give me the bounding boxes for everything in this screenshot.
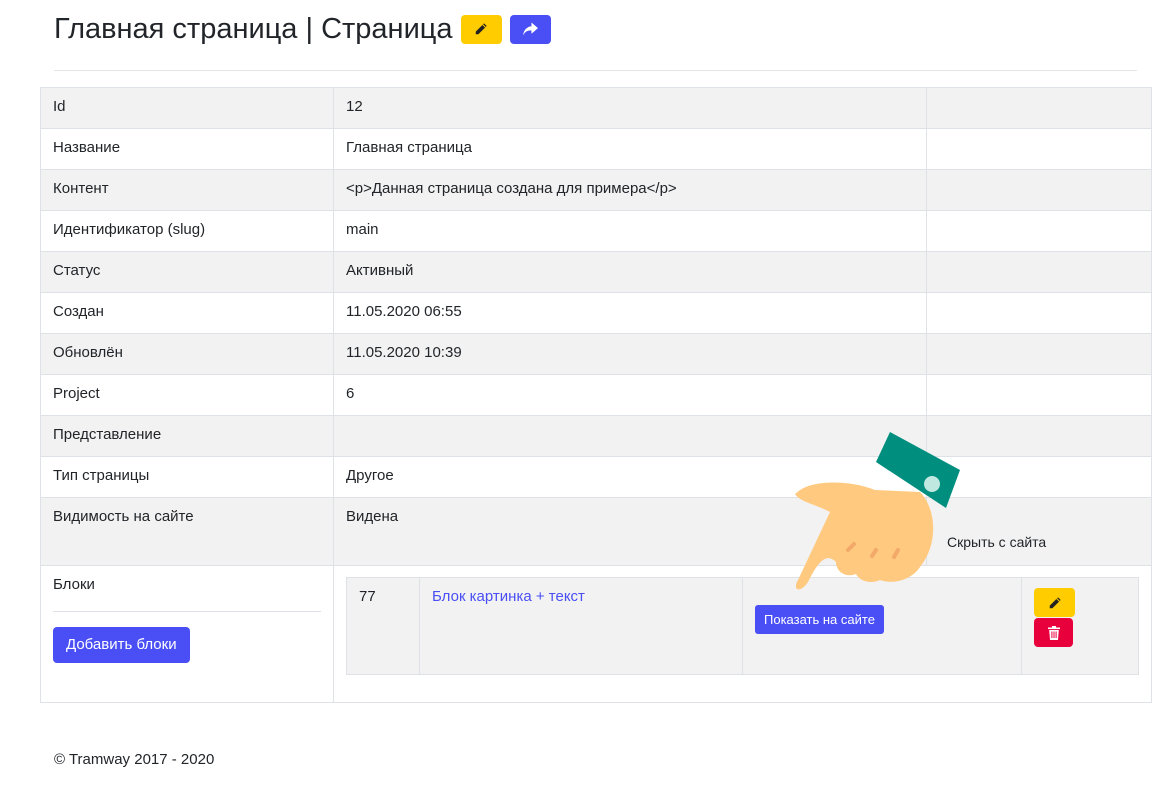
pencil-icon [1049,596,1061,608]
table-row: Название Главная страница [40,128,1152,170]
row-label: Тип страницы [40,456,334,498]
blocks-table: 77 Блок картинка + текст Показать на сай… [346,577,1139,675]
blocks-row: Блоки Добавить блоки 77 Блок картинка + … [40,565,1152,703]
footer-copyright: © Tramway 2017 - 2020 [54,751,215,768]
row-actions [926,251,1152,293]
row-value: Главная страница [333,128,927,170]
row-actions [926,210,1152,252]
table-row: Статус Активный [40,251,1152,293]
block-name-link[interactable]: Блок картинка + текст [432,588,585,605]
block-id: 77 [346,577,420,675]
page-details-table: Id 12 Название Главная страница Контент … [40,87,1152,703]
pencil-icon [475,23,487,35]
blocks-label: Блоки [53,576,95,593]
delete-block-button[interactable] [1034,618,1073,647]
add-blocks-button[interactable]: Добавить блоки [53,627,190,663]
row-actions [926,333,1152,375]
row-actions [926,169,1152,211]
row-label: Project [40,374,334,416]
page-title: Главная страница | Страница [54,12,453,45]
row-actions [926,374,1152,416]
row-value: 12 [333,87,927,129]
hide-from-site-link[interactable]: Скрыть с сайта [947,506,1139,553]
pointing-hand-icon [795,432,960,590]
blocks-cell: Блоки Добавить блоки [40,565,334,703]
row-actions [926,87,1152,129]
row-label: Id [40,87,334,129]
row-label: Идентификатор (slug) [40,210,334,252]
edit-block-button[interactable] [1034,588,1075,617]
row-value: main [333,210,927,252]
row-label: Создан [40,292,334,334]
show-on-site-button[interactable]: Показать на сайте [755,605,884,634]
share-arrow-icon [522,22,538,36]
table-row: Создан 11.05.2020 06:55 [40,292,1152,334]
row-label: Представление [40,415,334,457]
blocks-list-cell: 77 Блок картинка + текст Показать на сай… [333,565,1152,703]
row-label: Название [40,128,334,170]
trash-icon [1047,625,1060,640]
table-row: Project 6 [40,374,1152,416]
table-row: Представление [40,415,1152,457]
row-actions [926,292,1152,334]
table-row: 77 Блок картинка + текст Показать на сай… [346,577,1139,675]
table-row: Контент <p>Данная страница создана для п… [40,169,1152,211]
row-value: 11.05.2020 06:55 [333,292,927,334]
table-row: Тип страницы Другое [40,456,1152,498]
block-actions-cell [1021,577,1139,675]
blocks-divider [53,611,321,612]
table-row: Идентификатор (slug) main [40,210,1152,252]
share-page-button[interactable] [509,14,551,44]
block-name-cell: Блок картинка + текст [419,577,743,675]
row-label: Статус [40,251,334,293]
row-value: 6 [333,374,927,416]
row-value: 11.05.2020 10:39 [333,333,927,375]
row-label: Контент [40,169,334,211]
header-divider [54,70,1137,71]
row-value: <p>Данная страница создана для примера</… [333,169,927,211]
table-row: Id 12 [40,87,1152,129]
visibility-row: Видимость на сайте Видена Скрыть с сайта [40,497,1152,566]
row-value: Активный [333,251,927,293]
page-header: Главная страница | Страница [54,11,551,47]
table-row: Обновлён 11.05.2020 10:39 [40,333,1152,375]
row-label: Видимость на сайте [40,497,334,566]
row-label: Обновлён [40,333,334,375]
row-actions [926,128,1152,170]
edit-page-button[interactable] [460,14,502,44]
